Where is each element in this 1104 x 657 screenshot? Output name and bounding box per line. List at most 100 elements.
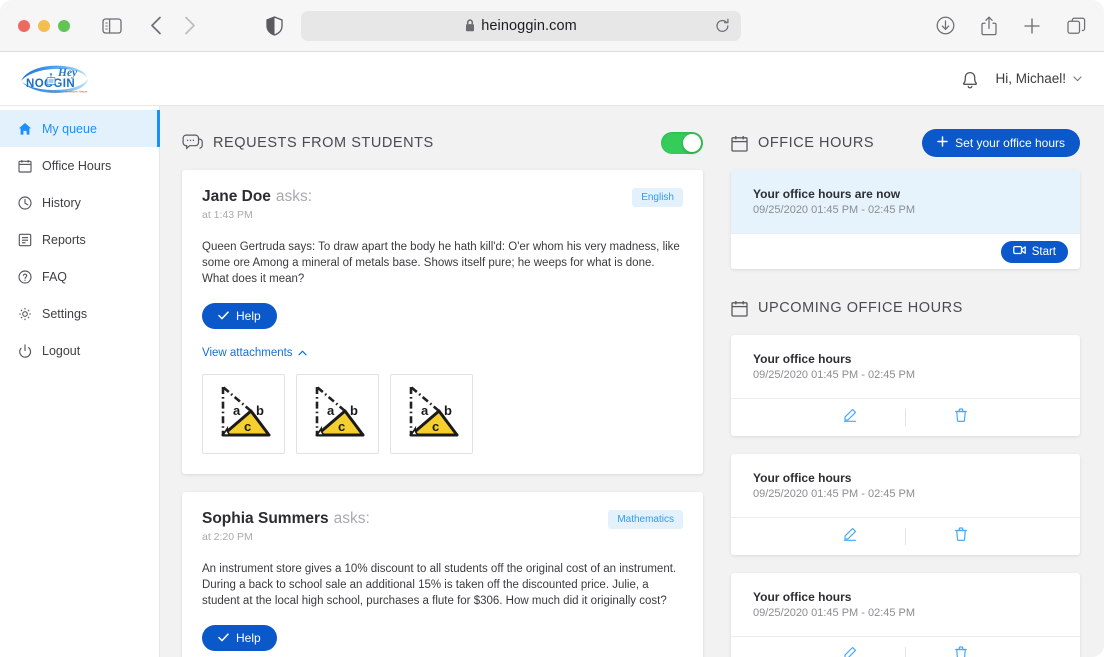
delete-office-hours-button[interactable] (906, 646, 1016, 657)
back-button[interactable] (150, 16, 162, 35)
svg-text:a: a (421, 403, 429, 418)
upcoming-office-hours-card: Your office hours 09/25/2020 01:45 PM - … (731, 454, 1080, 555)
help-button[interactable]: Help (202, 625, 277, 651)
start-session-label: Start (1032, 246, 1056, 258)
start-session-button[interactable]: Start (1001, 241, 1068, 263)
sidebar-toggle-icon[interactable] (102, 18, 122, 34)
browser-window: heinoggin.com (0, 0, 1104, 657)
sidebar-item-office-hours[interactable]: Office Hours (0, 147, 159, 184)
delete-office-hours-button[interactable] (906, 408, 1016, 427)
upcoming-office-hours-card: Your office hours 09/25/2020 01:45 PM - … (731, 573, 1080, 657)
edit-office-hours-button[interactable] (795, 646, 905, 657)
sidebar-item-label: Reports (42, 233, 86, 247)
minimize-window-button[interactable] (38, 20, 50, 32)
upcoming-office-hours-actions (731, 636, 1080, 657)
sidebar-item-faq[interactable]: FAQ (0, 258, 159, 295)
pencil-icon (843, 527, 857, 546)
shield-icon[interactable] (266, 16, 283, 36)
video-camera-icon (1013, 245, 1026, 258)
sidebar-item-reports[interactable]: Reports (0, 221, 159, 258)
upcoming-office-hours-header: UPCOMING OFFICE HOURS (731, 293, 1080, 323)
current-office-hours-card: Your office hours are now 09/25/2020 01:… (731, 170, 1080, 269)
current-office-hours-footer: Start (731, 233, 1080, 269)
upcoming-office-hours-item-title: Your office hours (753, 352, 1060, 366)
help-button-label: Help (236, 631, 261, 645)
help-button[interactable]: Help (202, 303, 277, 329)
help-button-label: Help (236, 309, 261, 323)
attachment-thumbnail[interactable]: a b c (202, 374, 285, 454)
upcoming-office-hours-body: Your office hours 09/25/2020 01:45 PM - … (731, 454, 1080, 517)
url-text: heinoggin.com (481, 18, 577, 34)
attachment-thumbnail[interactable]: a b c (296, 374, 379, 454)
chat-bubble-icon (182, 134, 203, 152)
close-window-button[interactable] (18, 20, 30, 32)
trash-icon (955, 408, 967, 427)
request-question-text: Queen Gertruda says: To draw apart the b… (202, 239, 683, 287)
sidebar-item-my-queue[interactable]: My queue (0, 110, 159, 147)
question-circle-icon (17, 269, 32, 284)
forward-button[interactable] (184, 16, 196, 35)
request-asks-label: asks: (276, 188, 312, 205)
user-menu[interactable]: Hi, Michael! (995, 71, 1082, 86)
greeting-text: Hi, Michael! (995, 71, 1066, 86)
toggle-knob (683, 134, 701, 152)
attachment-thumbnail[interactable]: a b c (390, 374, 473, 454)
calendar-icon (731, 135, 748, 152)
check-icon (218, 631, 229, 645)
edit-office-hours-button[interactable] (795, 408, 905, 427)
request-author-line: Jane Doeasks: (202, 188, 312, 206)
request-timestamp: at 1:43 PM (202, 209, 312, 221)
tab-overview-icon[interactable] (1067, 17, 1086, 35)
request-header: Sophia Summersasks: at 2:20 PM Mathemati… (202, 510, 683, 543)
edit-office-hours-button[interactable] (795, 527, 905, 546)
app-logo[interactable]: Hey NOGGIN The Online Homework Helper (18, 61, 90, 97)
set-office-hours-label: Set your office hours (955, 136, 1065, 150)
office-hours-section-title: OFFICE HOURS (758, 135, 874, 151)
browser-toolbar: heinoggin.com (0, 0, 1104, 52)
requests-availability-toggle[interactable] (661, 132, 703, 154)
reload-icon[interactable] (715, 18, 730, 34)
delete-office-hours-button[interactable] (906, 527, 1016, 546)
trash-icon (955, 646, 967, 657)
svg-text:c: c (432, 419, 439, 434)
download-icon[interactable] (936, 16, 955, 35)
requests-column: REQUESTS FROM STUDENTS Jane Doeasks: at … (160, 106, 725, 657)
app-header: Hey NOGGIN The Online Homework Helper (0, 52, 1104, 106)
header-actions: Hi, Michael! (961, 69, 1082, 89)
request-header: Jane Doeasks: at 1:43 PM English (202, 188, 683, 221)
power-icon (17, 343, 32, 358)
request-card: Jane Doeasks: at 1:43 PM English Queen G… (182, 170, 703, 474)
upcoming-office-hours-item-title: Your office hours (753, 471, 1060, 485)
upcoming-office-hours-body: Your office hours 09/25/2020 01:45 PM - … (731, 335, 1080, 398)
chevron-down-icon (1073, 76, 1082, 82)
new-tab-icon[interactable] (1023, 17, 1041, 35)
upcoming-office-hours-actions (731, 517, 1080, 555)
svg-text:b: b (350, 403, 358, 418)
calendar-icon (731, 300, 748, 317)
subject-badge: English (632, 188, 683, 207)
address-content: heinoggin.com (465, 18, 577, 34)
requests-section-title: REQUESTS FROM STUDENTS (213, 135, 434, 151)
request-author-line: Sophia Summersasks: (202, 510, 370, 528)
upcoming-office-hours-title: UPCOMING OFFICE HOURS (758, 300, 963, 316)
subject-badge: Mathematics (608, 510, 683, 529)
sidebar-item-history[interactable]: History (0, 184, 159, 221)
upcoming-office-hours-item-time: 09/25/2020 01:45 PM - 02:45 PM (753, 488, 1060, 500)
main-content: REQUESTS FROM STUDENTS Jane Doeasks: at … (160, 106, 1104, 657)
view-attachments-toggle[interactable]: View attachments (202, 347, 307, 359)
upcoming-office-hours-body: Your office hours 09/25/2020 01:45 PM - … (731, 573, 1080, 636)
view-attachments-label: View attachments (202, 347, 293, 359)
address-bar[interactable]: heinoggin.com (301, 11, 741, 41)
bell-icon[interactable] (961, 69, 979, 89)
sidebar-item-settings[interactable]: Settings (0, 295, 159, 332)
pencil-icon (843, 646, 857, 657)
office-hours-column: OFFICE HOURS Set your office hours (725, 106, 1104, 657)
share-icon[interactable] (981, 16, 997, 36)
toolbar-actions (936, 16, 1086, 36)
maximize-window-button[interactable] (58, 20, 70, 32)
svg-text:a: a (327, 403, 335, 418)
sidebar-item-logout[interactable]: Logout (0, 332, 159, 369)
request-author-name: Sophia Summers (202, 510, 329, 527)
set-office-hours-button[interactable]: Set your office hours (922, 129, 1080, 157)
gear-icon (17, 306, 32, 321)
